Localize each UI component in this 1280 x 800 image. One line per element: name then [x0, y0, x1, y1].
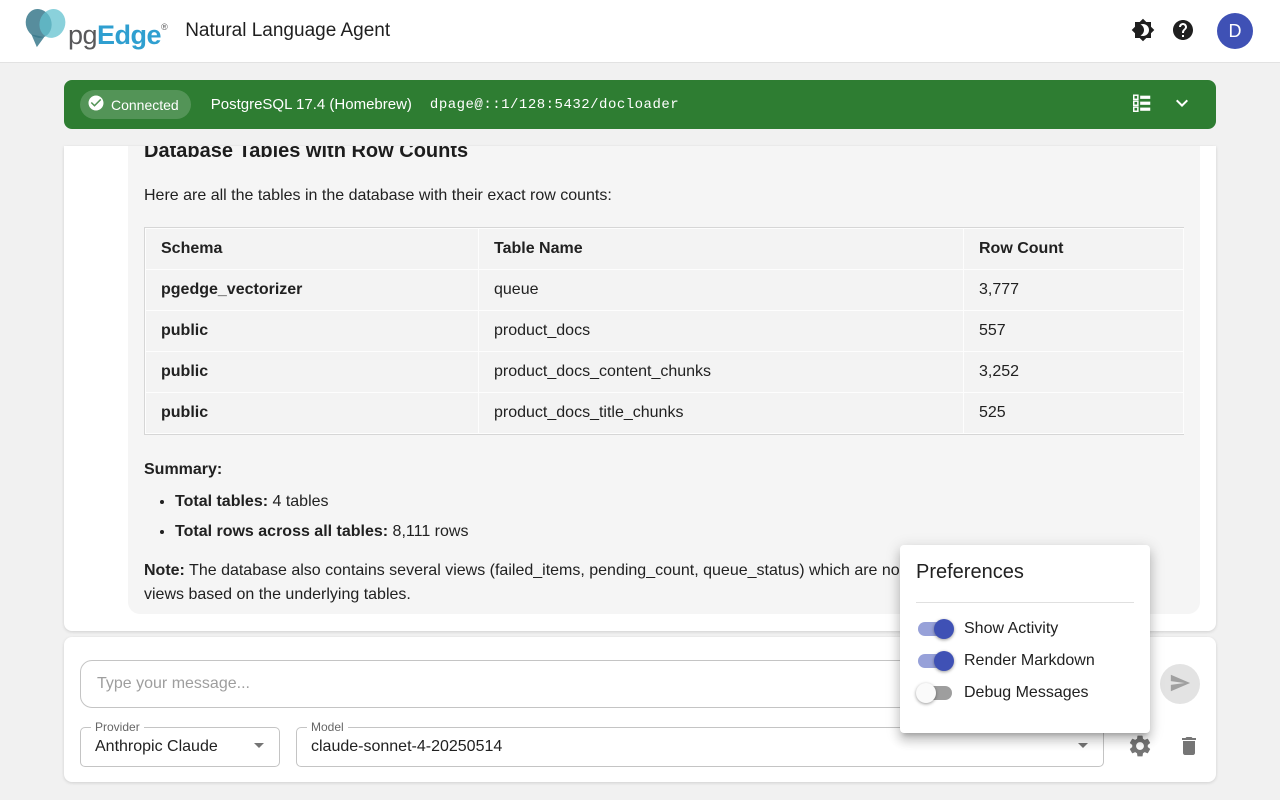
pgedge-logo-mark	[24, 7, 68, 49]
send-button[interactable]	[1160, 664, 1200, 704]
chevron-down-icon	[1170, 91, 1194, 118]
column-header-schema: Schema	[146, 229, 479, 270]
brightness-icon	[1131, 18, 1155, 45]
column-header-table-name: Table Name	[479, 229, 964, 270]
toggle-show-activity[interactable]: Show Activity	[916, 613, 1134, 645]
arrow-drop-down-icon	[1071, 733, 1095, 762]
connection-string: dpage@::1/128:5432/docloader	[430, 97, 679, 113]
preferences-popup: Preferences Show Activity Render Markdow…	[900, 545, 1150, 733]
check-circle-icon	[87, 94, 105, 115]
preferences-title: Preferences	[916, 561, 1134, 584]
pgedge-logo-text: pgEdge®	[68, 7, 167, 55]
message-intro-text: Here are all the tables in the database …	[144, 187, 1184, 205]
user-avatar[interactable]: D	[1217, 13, 1253, 49]
connection-bar: Connected PostgreSQL 17.4 (Homebrew) dpa…	[64, 80, 1216, 129]
dark-mode-toggle-button[interactable]	[1123, 11, 1163, 51]
table-header-row: Schema Table Name Row Count	[146, 229, 1184, 270]
server-list-icon	[1131, 92, 1153, 117]
gear-icon	[1127, 733, 1153, 762]
help-button[interactable]	[1163, 11, 1203, 51]
help-icon	[1171, 18, 1195, 45]
assistant-message-bubble: Database Tables with Row Counts Here are…	[128, 146, 1200, 614]
connection-status-badge: Connected	[80, 90, 191, 119]
page-title: Natural Language Agent	[185, 20, 390, 42]
toggle-label: Debug Messages	[964, 684, 1089, 702]
provider-select-label: Provider	[91, 720, 144, 734]
model-select-value: claude-sonnet-4-20250514	[297, 738, 1071, 756]
toggle-debug-messages[interactable]: Debug Messages	[916, 677, 1134, 709]
model-select[interactable]: Model claude-sonnet-4-20250514	[296, 727, 1104, 767]
toggle-render-markdown[interactable]: Render Markdown	[916, 645, 1134, 677]
table-row: public product_docs_content_chunks 3,252	[146, 352, 1184, 393]
row-counts-table: Schema Table Name Row Count pgedge_vecto…	[144, 227, 1184, 435]
column-header-row-count: Row Count	[964, 229, 1184, 270]
table-row: pgedge_vectorizer queue 3,777	[146, 270, 1184, 311]
message-heading: Database Tables with Row Counts	[144, 146, 1184, 163]
connection-collapse-button[interactable]	[1162, 85, 1202, 125]
provider-select-value: Anthropic Claude	[81, 738, 247, 756]
debug-messages-switch[interactable]	[918, 686, 952, 700]
clear-chat-button[interactable]	[1169, 727, 1209, 767]
model-select-label: Model	[307, 720, 348, 734]
pgedge-logo: pgEdge®	[24, 7, 167, 55]
summary-label: Summary:	[144, 461, 1184, 479]
trash-icon	[1177, 734, 1201, 761]
provider-select[interactable]: Provider Anthropic Claude	[80, 727, 280, 767]
table-row: public product_docs 557	[146, 311, 1184, 352]
summary-list: Total tables: 4 tables Total rows across…	[175, 493, 1184, 541]
send-icon	[1169, 672, 1191, 697]
app-header: pgEdge® Natural Language Agent D	[0, 0, 1280, 63]
divider	[916, 602, 1134, 603]
list-item: Total rows across all tables: 8,111 rows	[175, 523, 1184, 541]
show-activity-switch[interactable]	[918, 622, 952, 636]
connection-status-label: Connected	[111, 97, 179, 113]
server-version-label: PostgreSQL 17.4 (Homebrew)	[211, 96, 412, 113]
toggle-label: Render Markdown	[964, 652, 1095, 670]
render-markdown-switch[interactable]	[918, 654, 952, 668]
preferences-button[interactable]	[1120, 727, 1160, 767]
list-item: Total tables: 4 tables	[175, 493, 1184, 511]
toggle-label: Show Activity	[964, 620, 1058, 638]
connection-details-button[interactable]	[1122, 85, 1162, 125]
table-row: public product_docs_title_chunks 525	[146, 393, 1184, 434]
arrow-drop-down-icon	[247, 733, 271, 762]
